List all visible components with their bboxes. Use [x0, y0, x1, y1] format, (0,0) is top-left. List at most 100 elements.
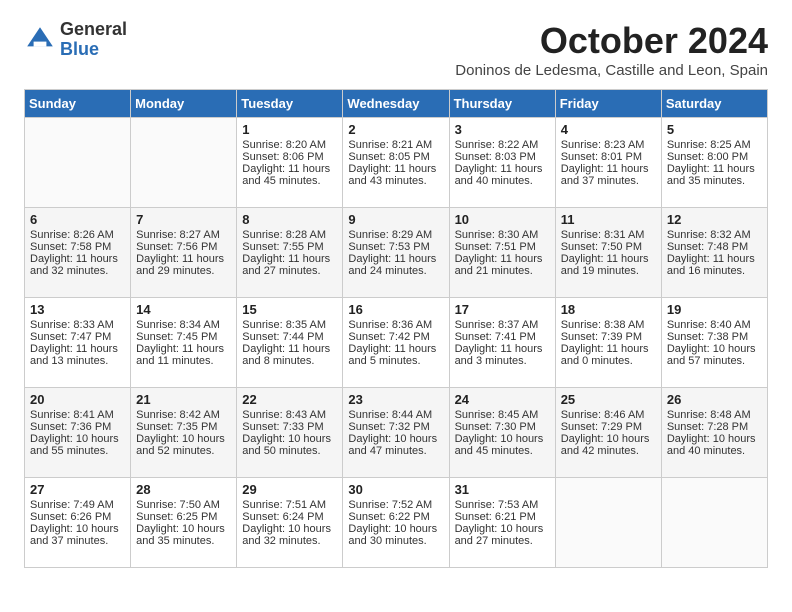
sunset-text: Sunset: 8:05 PM — [348, 151, 443, 163]
day-number: 31 — [455, 482, 550, 497]
day-number: 9 — [348, 212, 443, 227]
sunset-text: Sunset: 7:38 PM — [667, 331, 762, 343]
sunrise-text: Sunrise: 7:52 AM — [348, 499, 443, 511]
calendar-header-wednesday: Wednesday — [343, 90, 449, 118]
sunset-text: Sunset: 8:06 PM — [242, 151, 337, 163]
calendar-day-cell: 22Sunrise: 8:43 AMSunset: 7:33 PMDayligh… — [237, 388, 343, 478]
sunrise-text: Sunrise: 8:23 AM — [561, 139, 656, 151]
calendar-day-cell: 7Sunrise: 8:27 AMSunset: 7:56 PMDaylight… — [131, 208, 237, 298]
daylight-text: Daylight: 10 hours and 52 minutes. — [136, 433, 231, 457]
daylight-text: Daylight: 11 hours and 16 minutes. — [667, 253, 762, 277]
calendar-day-cell: 23Sunrise: 8:44 AMSunset: 7:32 PMDayligh… — [343, 388, 449, 478]
calendar-day-cell: 21Sunrise: 8:42 AMSunset: 7:35 PMDayligh… — [131, 388, 237, 478]
daylight-text: Daylight: 11 hours and 8 minutes. — [242, 343, 337, 367]
sunset-text: Sunset: 7:58 PM — [30, 241, 125, 253]
sunrise-text: Sunrise: 7:51 AM — [242, 499, 337, 511]
sunrise-text: Sunrise: 8:31 AM — [561, 229, 656, 241]
daylight-text: Daylight: 10 hours and 40 minutes. — [667, 433, 762, 457]
day-number: 24 — [455, 392, 550, 407]
daylight-text: Daylight: 11 hours and 29 minutes. — [136, 253, 231, 277]
logo: General Blue — [24, 20, 127, 60]
calendar-day-cell — [131, 118, 237, 208]
day-number: 21 — [136, 392, 231, 407]
sunrise-text: Sunrise: 8:46 AM — [561, 409, 656, 421]
day-number: 14 — [136, 302, 231, 317]
calendar-day-cell: 8Sunrise: 8:28 AMSunset: 7:55 PMDaylight… — [237, 208, 343, 298]
sunset-text: Sunset: 8:00 PM — [667, 151, 762, 163]
sunset-text: Sunset: 8:01 PM — [561, 151, 656, 163]
calendar-day-cell: 10Sunrise: 8:30 AMSunset: 7:51 PMDayligh… — [449, 208, 555, 298]
calendar-day-cell: 31Sunrise: 7:53 AMSunset: 6:21 PMDayligh… — [449, 478, 555, 568]
daylight-text: Daylight: 10 hours and 42 minutes. — [561, 433, 656, 457]
day-number: 10 — [455, 212, 550, 227]
title-block: October 2024 Doninos de Ledesma, Castill… — [455, 20, 768, 79]
calendar-week-row: 20Sunrise: 8:41 AMSunset: 7:36 PMDayligh… — [25, 388, 768, 478]
calendar-day-cell: 26Sunrise: 8:48 AMSunset: 7:28 PMDayligh… — [661, 388, 767, 478]
sunrise-text: Sunrise: 8:26 AM — [30, 229, 125, 241]
sunrise-text: Sunrise: 8:41 AM — [30, 409, 125, 421]
calendar-header-friday: Friday — [555, 90, 661, 118]
sunrise-text: Sunrise: 8:28 AM — [242, 229, 337, 241]
day-number: 13 — [30, 302, 125, 317]
calendar-header-row: SundayMondayTuesdayWednesdayThursdayFrid… — [25, 90, 768, 118]
sunrise-text: Sunrise: 8:45 AM — [455, 409, 550, 421]
sunset-text: Sunset: 6:25 PM — [136, 511, 231, 523]
day-number: 8 — [242, 212, 337, 227]
sunset-text: Sunset: 8:03 PM — [455, 151, 550, 163]
daylight-text: Daylight: 11 hours and 24 minutes. — [348, 253, 443, 277]
daylight-text: Daylight: 10 hours and 30 minutes. — [348, 523, 443, 547]
sunset-text: Sunset: 7:41 PM — [455, 331, 550, 343]
calendar-day-cell — [661, 478, 767, 568]
calendar-day-cell: 30Sunrise: 7:52 AMSunset: 6:22 PMDayligh… — [343, 478, 449, 568]
daylight-text: Daylight: 10 hours and 47 minutes. — [348, 433, 443, 457]
sunrise-text: Sunrise: 8:38 AM — [561, 319, 656, 331]
sunrise-text: Sunrise: 8:27 AM — [136, 229, 231, 241]
sunset-text: Sunset: 7:32 PM — [348, 421, 443, 433]
sunrise-text: Sunrise: 8:33 AM — [30, 319, 125, 331]
day-number: 15 — [242, 302, 337, 317]
calendar-day-cell: 5Sunrise: 8:25 AMSunset: 8:00 PMDaylight… — [661, 118, 767, 208]
sunset-text: Sunset: 7:39 PM — [561, 331, 656, 343]
page-header: General Blue October 2024 Doninos de Led… — [24, 20, 768, 79]
calendar-week-row: 6Sunrise: 8:26 AMSunset: 7:58 PMDaylight… — [25, 208, 768, 298]
calendar-day-cell: 14Sunrise: 8:34 AMSunset: 7:45 PMDayligh… — [131, 298, 237, 388]
sunset-text: Sunset: 7:50 PM — [561, 241, 656, 253]
sunset-text: Sunset: 7:53 PM — [348, 241, 443, 253]
day-number: 11 — [561, 212, 656, 227]
daylight-text: Daylight: 11 hours and 19 minutes. — [561, 253, 656, 277]
day-number: 16 — [348, 302, 443, 317]
calendar-day-cell: 17Sunrise: 8:37 AMSunset: 7:41 PMDayligh… — [449, 298, 555, 388]
daylight-text: Daylight: 11 hours and 43 minutes. — [348, 163, 443, 187]
calendar-header-monday: Monday — [131, 90, 237, 118]
sunset-text: Sunset: 7:48 PM — [667, 241, 762, 253]
calendar-header-sunday: Sunday — [25, 90, 131, 118]
sunrise-text: Sunrise: 7:49 AM — [30, 499, 125, 511]
day-number: 19 — [667, 302, 762, 317]
day-number: 7 — [136, 212, 231, 227]
day-number: 3 — [455, 122, 550, 137]
calendar-header-thursday: Thursday — [449, 90, 555, 118]
calendar-week-row: 1Sunrise: 8:20 AMSunset: 8:06 PMDaylight… — [25, 118, 768, 208]
calendar-table: SundayMondayTuesdayWednesdayThursdayFrid… — [24, 89, 768, 568]
daylight-text: Daylight: 11 hours and 27 minutes. — [242, 253, 337, 277]
daylight-text: Daylight: 11 hours and 40 minutes. — [455, 163, 550, 187]
day-number: 23 — [348, 392, 443, 407]
sunrise-text: Sunrise: 8:25 AM — [667, 139, 762, 151]
calendar-day-cell: 15Sunrise: 8:35 AMSunset: 7:44 PMDayligh… — [237, 298, 343, 388]
sunrise-text: Sunrise: 8:29 AM — [348, 229, 443, 241]
sunrise-text: Sunrise: 8:20 AM — [242, 139, 337, 151]
daylight-text: Daylight: 10 hours and 27 minutes. — [455, 523, 550, 547]
sunset-text: Sunset: 7:28 PM — [667, 421, 762, 433]
day-number: 25 — [561, 392, 656, 407]
sunset-text: Sunset: 6:26 PM — [30, 511, 125, 523]
calendar-day-cell: 6Sunrise: 8:26 AMSunset: 7:58 PMDaylight… — [25, 208, 131, 298]
calendar-day-cell: 16Sunrise: 8:36 AMSunset: 7:42 PMDayligh… — [343, 298, 449, 388]
calendar-day-cell: 2Sunrise: 8:21 AMSunset: 8:05 PMDaylight… — [343, 118, 449, 208]
sunset-text: Sunset: 6:24 PM — [242, 511, 337, 523]
day-number: 12 — [667, 212, 762, 227]
daylight-text: Daylight: 11 hours and 11 minutes. — [136, 343, 231, 367]
daylight-text: Daylight: 11 hours and 0 minutes. — [561, 343, 656, 367]
calendar-day-cell: 12Sunrise: 8:32 AMSunset: 7:48 PMDayligh… — [661, 208, 767, 298]
daylight-text: Daylight: 10 hours and 55 minutes. — [30, 433, 125, 457]
sunrise-text: Sunrise: 8:22 AM — [455, 139, 550, 151]
